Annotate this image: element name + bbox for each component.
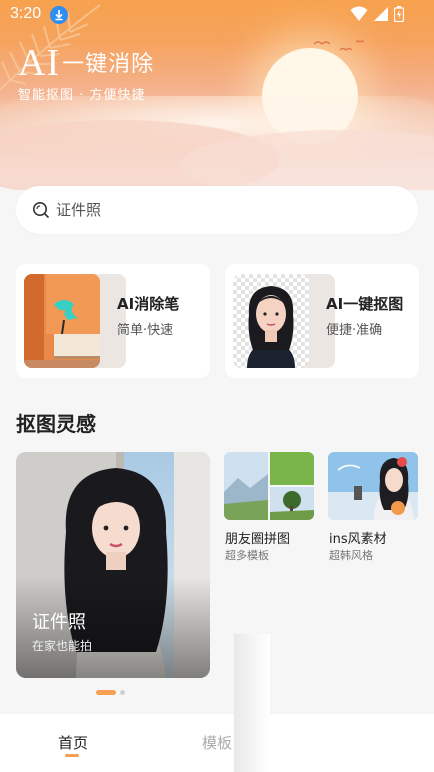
cutout-thumbnail bbox=[233, 274, 309, 368]
inspiration-card-collage[interactable] bbox=[224, 452, 314, 520]
overlay-panel bbox=[234, 634, 270, 772]
download-icon bbox=[50, 6, 68, 24]
signal-icon bbox=[374, 7, 388, 21]
feature-title: AI消除笔 bbox=[117, 295, 180, 313]
feature-card-cutout[interactable]: AI一键抠图 便捷·准确 bbox=[225, 264, 419, 378]
wifi-icon bbox=[350, 6, 368, 21]
status-bar: 3:20 bbox=[0, 0, 434, 30]
app-page: 3:20 AI一键消除 智能抠图 · 方便快捷 证件照 AI消除笔 简单·快速 … bbox=[0, 0, 434, 772]
nav-active-indicator bbox=[65, 754, 79, 757]
carousel-dot-active[interactable] bbox=[96, 690, 116, 695]
battery-icon bbox=[394, 6, 404, 22]
inspiration-card-id-photo[interactable]: 证件照 在家也能拍 bbox=[16, 452, 210, 678]
inspiration-card-subtitle: 在家也能拍 bbox=[32, 639, 93, 653]
inspiration-card-ins[interactable] bbox=[328, 452, 418, 520]
brand-title: AI一键消除 bbox=[18, 44, 155, 82]
brand-subtitle: 智能抠图 · 方便快捷 bbox=[18, 88, 146, 103]
ins-image bbox=[328, 452, 418, 520]
inspiration-card-subtitle: 超多模板 bbox=[225, 549, 269, 562]
carousel-dot[interactable] bbox=[120, 690, 125, 695]
carousel-indicator bbox=[96, 690, 125, 695]
search-icon bbox=[33, 202, 50, 219]
nav-tab-home[interactable]: 首页 bbox=[58, 732, 88, 753]
brand-title-cn: 一键消除 bbox=[62, 52, 155, 77]
search-input[interactable] bbox=[56, 186, 396, 234]
inspiration-card-title: 朋友圈拼图 bbox=[225, 532, 291, 547]
feature-subtitle: 便捷·准确 bbox=[326, 323, 383, 338]
brand-title-ai: AI bbox=[18, 42, 61, 84]
brand-header: AI一键消除 智能抠图 · 方便快捷 bbox=[18, 44, 155, 103]
bottom-nav: 首页 模板 bbox=[0, 714, 434, 772]
birds-illustration bbox=[313, 40, 365, 51]
feature-subtitle: 简单·快速 bbox=[117, 323, 174, 338]
status-time: 3:20 bbox=[10, 5, 42, 22]
search-bar[interactable] bbox=[16, 186, 418, 234]
eraser-thumbnail bbox=[24, 274, 100, 368]
collage-image bbox=[224, 452, 314, 520]
inspiration-card-title: 证件照 bbox=[32, 612, 86, 633]
section-title: 抠图灵感 bbox=[16, 412, 96, 436]
feature-card-eraser[interactable]: AI消除笔 简单·快速 bbox=[16, 264, 210, 378]
nav-tab-template[interactable]: 模板 bbox=[202, 732, 232, 753]
inspiration-card-title: ins风素材 bbox=[329, 532, 387, 547]
inspiration-card-subtitle: 超韩风格 bbox=[329, 549, 373, 562]
feature-title: AI一键抠图 bbox=[326, 295, 404, 313]
